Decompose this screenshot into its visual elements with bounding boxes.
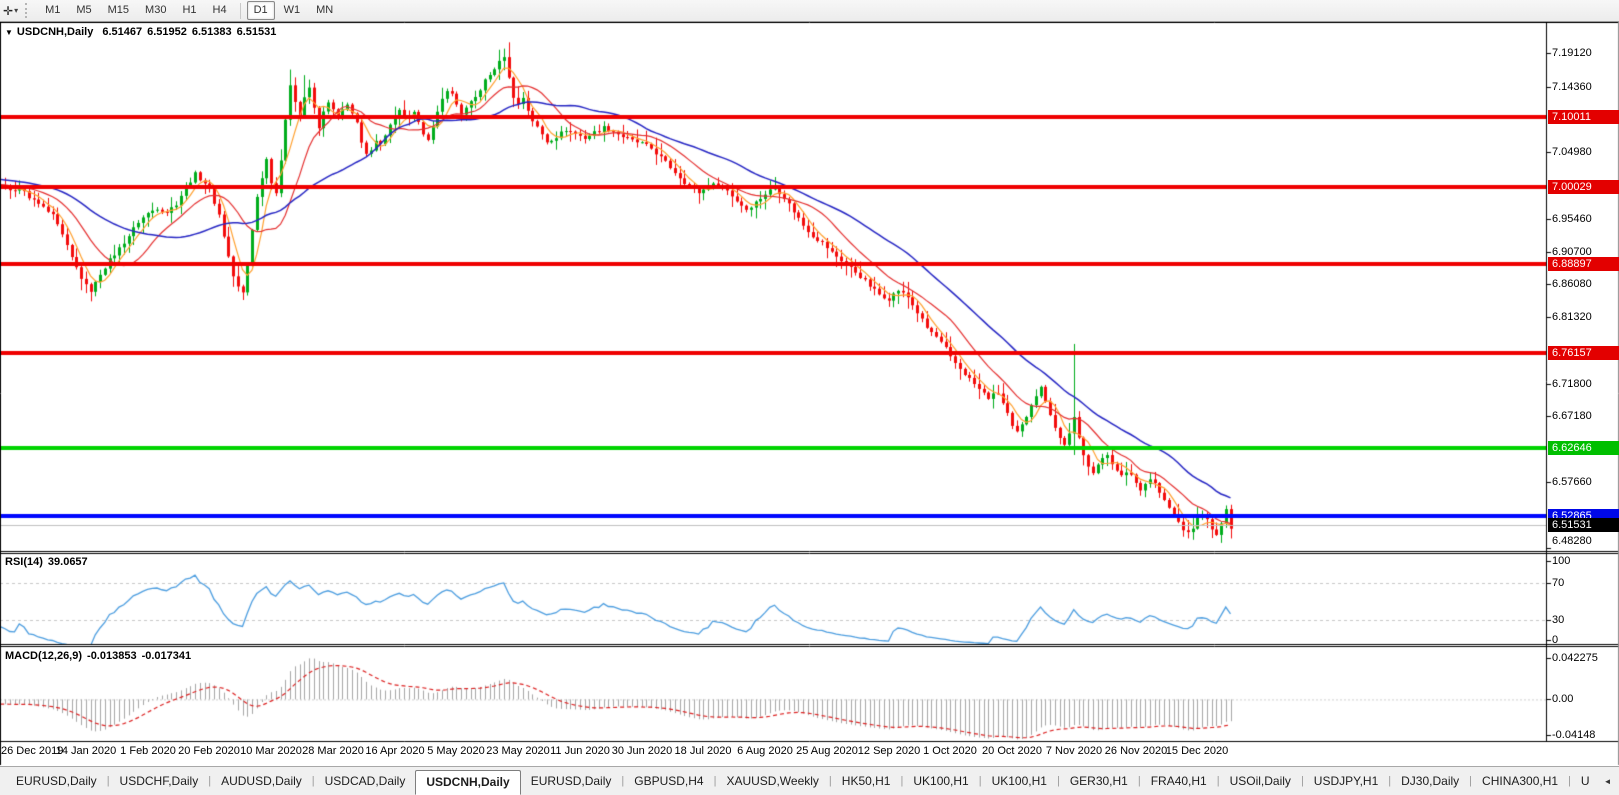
- chart-tab-ger30[interactable]: GER30,H1: [1060, 771, 1138, 791]
- tab-scroll-left-icon[interactable]: ◄: [1600, 775, 1616, 788]
- chart-tab-bar: EURUSD,Daily|USDCHF,Daily|AUDUSD,Daily|U…: [0, 766, 1619, 795]
- chart-tab-eurusd[interactable]: EURUSD,Daily: [6, 771, 107, 791]
- timeframe-button-group: M1M5M15M30H1H4 D1W1MN: [37, 1, 341, 20]
- timeframe-button-m1[interactable]: M1: [38, 1, 67, 20]
- crosshair-icon[interactable]: ✛: [3, 1, 13, 21]
- timeframe-button-d1[interactable]: D1: [247, 1, 275, 20]
- chart-tab-audusd[interactable]: AUDUSD,Daily: [211, 771, 312, 791]
- chart-tab-usdchf[interactable]: USDCHF,Daily: [110, 771, 209, 791]
- chart-tab-usdcnh-active[interactable]: USDCNH,Daily: [415, 770, 520, 795]
- chart-tab-hk50[interactable]: HK50,H1: [832, 771, 901, 791]
- timeframe-button-h4[interactable]: H4: [206, 1, 234, 20]
- chart-tab-xauusd[interactable]: XAUUSD,Weekly: [716, 771, 828, 791]
- tab-scroll-right-icon[interactable]: ►: [1616, 775, 1619, 788]
- timeframe-button-m15[interactable]: M15: [101, 1, 136, 20]
- chart-tab-uk100[interactable]: UK100,H1: [903, 771, 978, 791]
- chart-tab-china300[interactable]: CHINA300,H1: [1472, 771, 1568, 791]
- chart-tab-usoil[interactable]: USOil,Daily: [1220, 771, 1301, 791]
- timeframe-button-h1[interactable]: H1: [175, 1, 203, 20]
- chart-tab-u[interactable]: U: [1571, 771, 1600, 791]
- price-chart-canvas[interactable]: [0, 22, 1619, 766]
- chart-tab-usdjpy[interactable]: USDJPY,H1: [1304, 771, 1388, 791]
- chart-tab-fra40[interactable]: FRA40,H1: [1141, 771, 1217, 791]
- cursor-tool-group[interactable]: ✛ ▾: [0, 1, 22, 21]
- toolbar-separator: [240, 3, 241, 19]
- timeframe-button-mn[interactable]: MN: [309, 1, 340, 20]
- timeframe-button-m5[interactable]: M5: [69, 1, 98, 20]
- toolbar-grip[interactable]: [25, 3, 31, 18]
- timeframe-button-w1[interactable]: W1: [277, 1, 308, 20]
- chart-tab-usdcad[interactable]: USDCAD,Daily: [315, 771, 416, 791]
- chart-tab-gbpusd[interactable]: GBPUSD,H4: [624, 771, 713, 791]
- timeframe-button-m30[interactable]: M30: [138, 1, 173, 20]
- chart-tab-dj30[interactable]: DJ30,Daily: [1391, 771, 1469, 791]
- mt4-chart-window: ✛ ▾ M1M5M15M30H1H4D1W1MN ▼USDCNH,Daily6.…: [0, 0, 1619, 795]
- chart-tab-eurusd[interactable]: EURUSD,Daily: [521, 771, 622, 791]
- chevron-down-icon[interactable]: ▾: [14, 6, 18, 15]
- chart-tab-uk100[interactable]: UK100,H1: [982, 771, 1057, 791]
- chart-toolbar: ✛ ▾ M1M5M15M30H1H4 D1W1MN: [0, 0, 1619, 22]
